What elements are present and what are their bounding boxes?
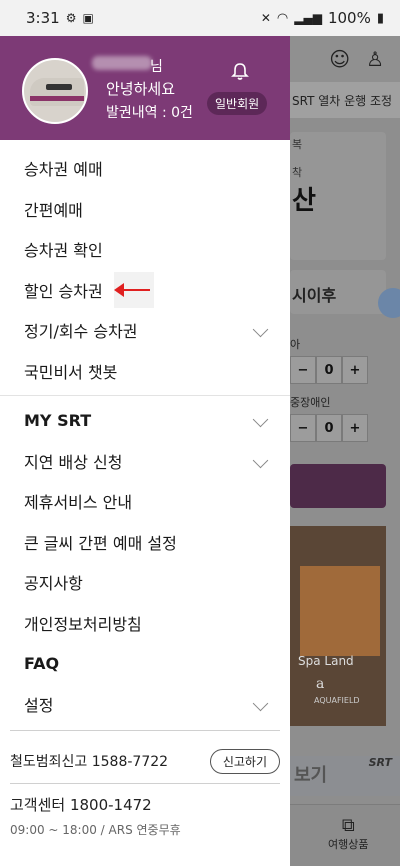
passenger-label-2: 중장애인 — [290, 396, 331, 409]
menu-chatbot[interactable]: 국민비서 챗봇 — [0, 351, 290, 392]
profile-header: 님 안녕하세요 발권내역 : 0건 일반회원 — [0, 36, 290, 140]
member-badge: 일반회원 — [207, 92, 268, 115]
chevron-down-icon — [252, 411, 269, 428]
nav-label: 여행상품 — [328, 838, 369, 851]
promo-banner[interactable]: 보기 SRT — [290, 756, 400, 796]
drawer-footer: 철도범죄신고 1588-7722 신고하기 고객센터 1800-1472 09:… — [0, 731, 290, 838]
ad-brand: Spa Land — [298, 654, 354, 668]
passenger-count-2: 0 — [316, 414, 342, 442]
report-button[interactable]: 신고하기 — [209, 748, 280, 774]
mute-icon: ✕ — [260, 11, 271, 25]
ad-sub: AQUAFIELD — [314, 696, 360, 705]
menu-quick-booking[interactable]: 간편예매 — [0, 189, 290, 230]
menu-faq[interactable]: FAQ — [0, 643, 290, 684]
battery-icon: ▮ — [376, 10, 384, 26]
user-icon[interactable]: ♙ — [366, 47, 384, 71]
menu-settings[interactable]: 설정 — [0, 684, 290, 725]
minus-button[interactable]: − — [290, 414, 316, 442]
customer-center[interactable]: 고객센터 1800-1472 — [10, 794, 280, 815]
banner-srt: SRT — [368, 756, 392, 769]
battery-level: 100% — [327, 9, 371, 27]
menu-discount-ticket[interactable]: 할인 승차권 — [0, 270, 290, 311]
greeting-text: 안녕하세요 — [106, 80, 176, 98]
primary-menu: 승차권 예매 간편예매 승차권 확인 할인 승차권 정기/회수 승차권 국민비서… — [0, 148, 290, 391]
arrival-station: 산 — [292, 186, 316, 216]
menu-delay-compensation[interactable]: 지연 배상 신청 — [0, 441, 290, 482]
time-card[interactable]: 시이후 — [290, 270, 386, 314]
footer-divider — [10, 783, 280, 784]
chevron-down-icon — [252, 321, 269, 338]
passenger-stepper-2[interactable]: − 0 + — [290, 414, 368, 442]
bottom-nav: ⧉ 여행상품 — [290, 804, 400, 866]
status-time: 3:31 — [26, 9, 60, 27]
menu-partner-services[interactable]: 제휴서비스 안내 — [0, 481, 290, 522]
minus-button[interactable]: − — [290, 356, 316, 384]
annotation-arrow-icon — [114, 282, 150, 297]
menu-ticket-booking[interactable]: 승차권 예매 — [0, 148, 290, 189]
plus-button[interactable]: + — [342, 356, 368, 384]
banner-text: 보기 — [294, 765, 328, 786]
secondary-menu: MY SRT 지연 배상 신청 제휴서비스 안내 큰 글씨 간편 예매 설정 공… — [0, 400, 290, 724]
avatar[interactable] — [22, 58, 88, 124]
app-topbar: ☺ ♙ — [290, 36, 400, 82]
menu-notices[interactable]: 공지사항 — [0, 562, 290, 603]
side-drawer: 님 안녕하세요 발권내역 : 0건 일반회원 승차권 예매 간편예매 승차권 확… — [0, 36, 290, 866]
mascot-icon[interactable]: ☺ — [329, 47, 350, 71]
bell-icon[interactable] — [230, 62, 250, 82]
chevron-down-icon — [252, 695, 269, 711]
search-button[interactable] — [290, 464, 386, 508]
gallery-icon: ▣ — [82, 11, 94, 25]
wifi-icon: ◠ — [276, 10, 289, 26]
report-text: 철도범죄신고 1588-7722 — [10, 754, 169, 770]
menu-privacy-policy[interactable]: 개인정보처리방침 — [0, 603, 290, 644]
cs-hours: 09:00 ~ 18:00 / ARS 연중무휴 — [10, 823, 181, 837]
notification-icon: ⚙ — [65, 11, 77, 25]
luggage-icon: ⧉ — [341, 815, 355, 836]
ad-image — [300, 566, 380, 656]
passenger-stepper-1[interactable]: − 0 + — [290, 356, 368, 384]
menu-my-srt[interactable]: MY SRT — [0, 400, 290, 441]
time-label: 시이후 — [292, 286, 337, 305]
plus-button[interactable]: + — [342, 414, 368, 442]
ad-logo: a — [316, 676, 325, 692]
nav-travel-products[interactable]: ⧉ 여행상품 — [328, 815, 368, 852]
arrival-card[interactable]: 착 산 — [290, 156, 386, 260]
trip-type-label: 복 — [292, 138, 303, 151]
ticket-count[interactable]: 발권내역 : 0건 — [106, 102, 193, 122]
signal-icon: ▂▄▆ — [294, 11, 322, 25]
menu-ticket-check[interactable]: 승차권 확인 — [0, 229, 290, 270]
chevron-down-icon — [252, 452, 269, 468]
passenger-label-1: 아 — [290, 338, 301, 351]
status-bar: 3:31 ⚙ ▣ ✕ ◠ ▂▄▆ 100% ▮ — [0, 0, 400, 36]
floating-button[interactable] — [378, 288, 400, 318]
passenger-count-1: 0 — [316, 356, 342, 384]
notice-bar[interactable]: SRT 열차 운행 조정 — [290, 82, 400, 118]
user-name-suffix: 님 — [150, 59, 163, 75]
arrival-label: 착 — [292, 166, 303, 179]
menu-divider — [0, 395, 290, 396]
menu-season-ticket[interactable]: 정기/회수 승차권 — [0, 310, 290, 351]
menu-large-font-setting[interactable]: 큰 글씨 간편 예매 설정 — [0, 522, 290, 563]
ad-banner[interactable]: Spa Land a AQUAFIELD — [290, 526, 386, 726]
user-name-blurred — [92, 56, 152, 70]
report-row: 철도범죄신고 1588-7722 신고하기 — [10, 741, 280, 781]
